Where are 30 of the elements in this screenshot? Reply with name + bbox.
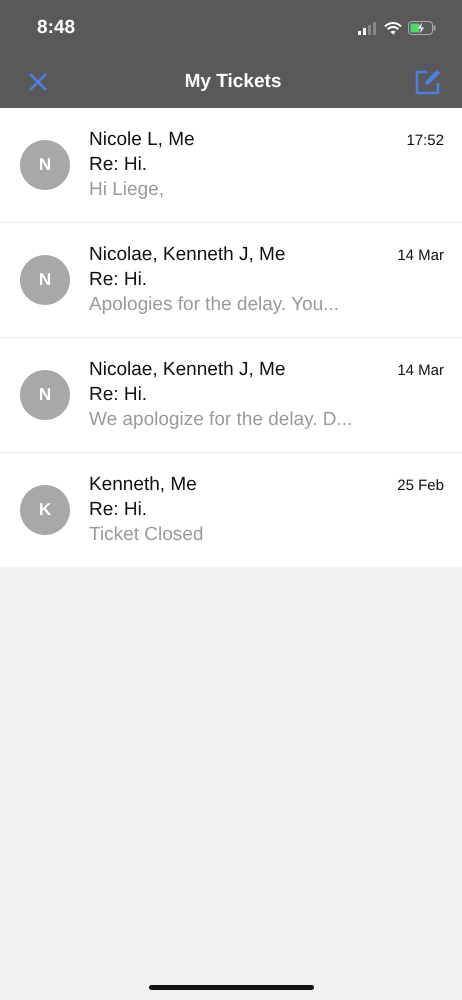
ticket-preview: Ticket Closed: [89, 524, 204, 546]
ticket-participants: Kenneth, Me: [89, 474, 197, 496]
avatar: N: [20, 140, 70, 190]
ticket-subject: Re: Hi.: [89, 269, 148, 291]
ticket-participants: Nicolae, Kenneth J, Me: [89, 244, 286, 266]
compose-button[interactable]: [414, 68, 442, 96]
ticket-participants: Nicole L, Me: [89, 129, 195, 151]
avatar: N: [20, 255, 70, 305]
avatar: K: [20, 485, 70, 535]
ticket-row[interactable]: N Nicolae, Kenneth J, Me 14 Mar Re: Hi. We apologize for the delay. D...: [0, 338, 462, 453]
ticket-subject: Re: Hi.: [89, 499, 148, 521]
battery-icon: [408, 21, 436, 35]
ticket-date: 14 Mar: [397, 247, 444, 264]
ticket-row[interactable]: N Nicole L, Me 17:52 Re: Hi. Hi Liege,: [0, 108, 462, 223]
ticket-date: 14 Mar: [397, 362, 444, 379]
ticket-row[interactable]: K Kenneth, Me 25 Feb Re: Hi. Ticket Closed: [0, 453, 462, 567]
ticket-subject: Re: Hi.: [89, 154, 148, 176]
ticket-row[interactable]: N Nicolae, Kenneth J, Me 14 Mar Re: Hi. Apologies for the delay. You...: [0, 223, 462, 338]
ticket-preview: Hi Liege,: [89, 179, 165, 201]
ticket-participants: Nicolae, Kenneth J, Me: [89, 359, 286, 381]
wifi-icon: [384, 22, 402, 34]
signal-icon: [358, 22, 378, 34]
screen-title: My Tickets: [184, 71, 282, 93]
ticket-date: 17:52: [406, 132, 444, 149]
ticket-date: 25 Feb: [397, 477, 444, 494]
status-time: 8:48: [37, 17, 76, 39]
ticket-preview: We apologize for the delay. D...: [89, 409, 354, 431]
ticket-subject: Re: Hi.: [89, 384, 148, 406]
ticket-preview: Apologies for the delay. You...: [89, 294, 340, 316]
avatar: N: [20, 370, 70, 420]
